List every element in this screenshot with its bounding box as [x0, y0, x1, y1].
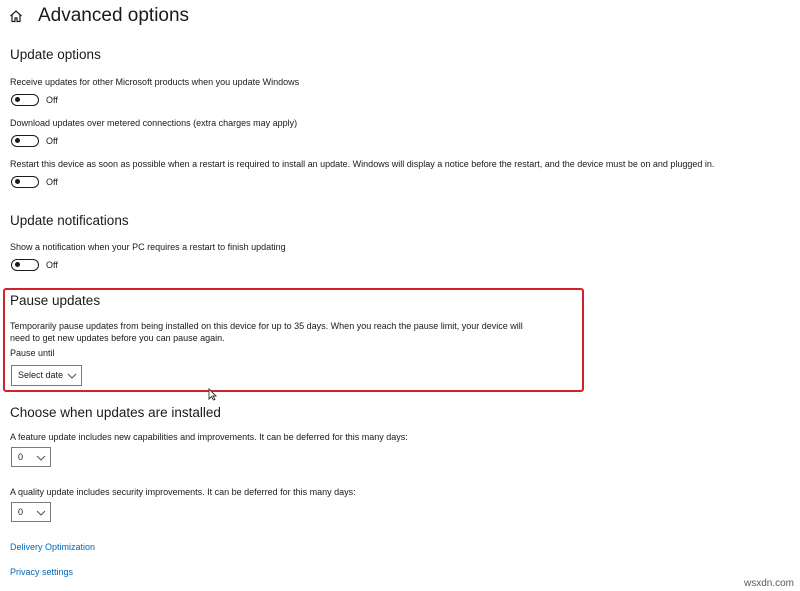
watermark: wsxdn.com: [743, 578, 794, 589]
home-icon[interactable]: [9, 9, 23, 23]
page-title: Advanced options: [38, 5, 190, 26]
quality-update-description: A quality update includes security impro…: [10, 487, 356, 497]
pause-updates-description: Temporarily pause updates from being ins…: [10, 321, 523, 343]
restart-asap-toggle[interactable]: [11, 176, 39, 188]
update-options-title: Update options: [10, 47, 101, 62]
feature-update-description: A feature update includes new capabiliti…: [10, 432, 408, 442]
pause-updates-title: Pause updates: [10, 293, 101, 308]
feature-deferral-dropdown[interactable]: 0: [11, 447, 51, 467]
toggle-knob: [15, 138, 20, 143]
select-date-value: Select date: [18, 370, 64, 380]
pause-until-label: Pause until: [10, 348, 55, 358]
toggle-knob: [15, 179, 20, 184]
chevron-down-icon: [36, 510, 46, 516]
select-date-dropdown[interactable]: Select date: [11, 365, 82, 386]
receive-updates-description: Receive updates for other Microsoft prod…: [10, 77, 300, 87]
toggle-knob: [15, 97, 20, 102]
restart-asap-description: Restart this device as soon as possible …: [10, 159, 715, 169]
chevron-down-icon: [67, 373, 77, 379]
mouse-cursor-icon: [208, 387, 218, 401]
delivery-optimization-link[interactable]: Delivery Optimization: [10, 541, 95, 553]
restart-notification-state: Off: [46, 260, 58, 270]
receive-updates-toggle[interactable]: [11, 94, 39, 106]
choose-updates-title: Choose when updates are installed: [10, 405, 221, 420]
quality-deferral-dropdown[interactable]: 0: [11, 502, 51, 522]
privacy-settings-link[interactable]: Privacy settings: [10, 566, 73, 578]
update-notifications-title: Update notifications: [10, 213, 129, 228]
restart-notification-description: Show a notification when your PC require…: [10, 242, 286, 252]
quality-deferral-value: 0: [18, 507, 24, 517]
chevron-down-icon: [36, 455, 46, 461]
restart-notification-toggle[interactable]: [11, 259, 39, 271]
receive-updates-state: Off: [46, 95, 58, 105]
metered-downloads-description: Download updates over metered connection…: [10, 118, 298, 128]
toggle-knob: [15, 262, 20, 267]
metered-downloads-state: Off: [46, 136, 58, 146]
feature-deferral-value: 0: [18, 452, 24, 462]
restart-asap-state: Off: [46, 177, 58, 187]
metered-downloads-toggle[interactable]: [11, 135, 39, 147]
